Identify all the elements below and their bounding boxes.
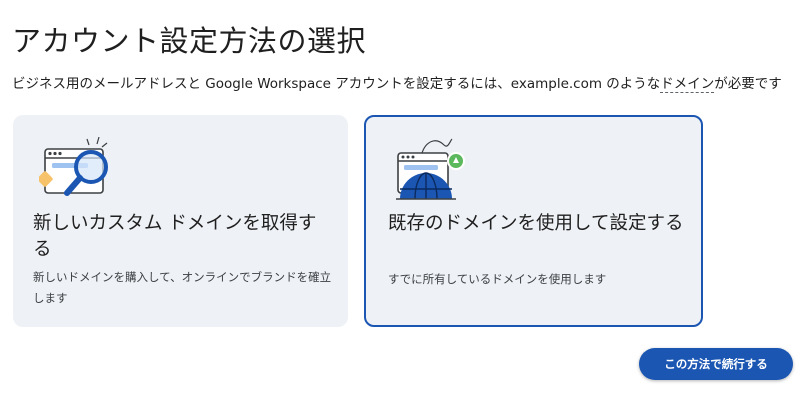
option-card-existing-domain[interactable]: 既存のドメインを使用して設定する すでに所有しているドメインを使用します [364, 115, 703, 327]
subtitle-text-end: が必要です [714, 76, 782, 92]
continue-button[interactable]: この方法で続行する [639, 348, 793, 380]
globe-domain-icon [392, 135, 482, 205]
option-card-new-domain[interactable]: 新しいカスタム ドメインを取得する 新しいドメインを購入して、オンラインでブラン… [13, 115, 348, 327]
option-description: すでに所有しているドメインを使用します [388, 272, 607, 286]
subtitle-text: ビジネス用のメールアドレスと Google Workspace アカウントを設定… [12, 76, 661, 92]
page-title: アカウント設定方法の選択 [12, 24, 367, 58]
page-subtitle: ビジネス用のメールアドレスと Google Workspace アカウントを設定… [12, 72, 782, 93]
search-domain-icon [37, 136, 129, 207]
option-title: 既存のドメインを使用して設定する [388, 213, 684, 234]
option-title: 新しいカスタム ドメインを取得する [33, 213, 317, 260]
option-description: 新しいドメインを購入して、オンラインでブランドを確立します [33, 270, 332, 305]
domain-help-link[interactable]: ドメイン [660, 76, 715, 93]
